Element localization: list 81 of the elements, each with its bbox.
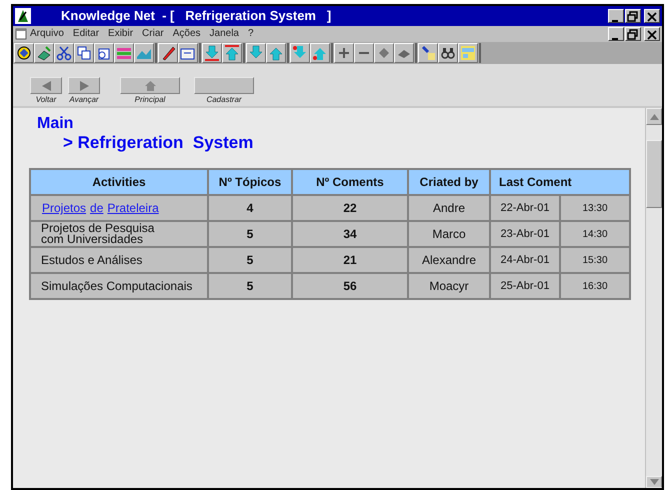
- activity-name: Simulações Computacionais: [41, 280, 194, 292]
- topic-count: 5: [208, 273, 292, 299]
- button-caption: Avançar: [69, 95, 99, 105]
- column-header: Nº Tópicos: [208, 169, 292, 195]
- minimize-icon: [612, 20, 618, 22]
- topic-count: 5: [208, 221, 292, 247]
- nav-button[interactable]: [194, 77, 254, 94]
- gem-icon[interactable]: [16, 45, 32, 61]
- arrow-down-icon: [650, 479, 658, 485]
- restore-button[interactable]: [625, 27, 641, 41]
- activity-link[interactable]: de: [90, 201, 104, 215]
- menu-item[interactable]: ?: [248, 28, 254, 40]
- breadcrumb-link[interactable]: Main: [37, 115, 645, 133]
- minimize-icon: [612, 38, 618, 40]
- menu-item[interactable]: Editar: [72, 28, 100, 40]
- close-icon: [647, 12, 657, 22]
- scrollbar-thumb[interactable]: [646, 140, 662, 208]
- nav-button[interactable]: [120, 77, 180, 94]
- author-name: Marco: [408, 221, 490, 247]
- restore-icon: [627, 10, 638, 22]
- scroll-down-button[interactable]: [646, 476, 662, 488]
- comment-count: 22: [292, 195, 408, 221]
- menu-item[interactable]: Ações: [172, 28, 201, 40]
- restore-icon: [627, 28, 638, 40]
- comment-date: 24-Abr-01: [490, 247, 560, 273]
- binoculars-icon[interactable]: [440, 45, 456, 61]
- house-icon: [142, 80, 158, 90]
- comment-date: 22-Abr-01: [490, 195, 560, 221]
- close-icon: [647, 30, 657, 40]
- document-icon: [15, 28, 27, 40]
- comment-date: 23-Abr-01: [490, 221, 560, 247]
- comment-count: 34: [292, 221, 408, 247]
- window-title: Knowledge Net - [ Refrigeration System ]: [61, 7, 332, 26]
- comment-time: 16:30: [560, 273, 630, 299]
- column-header: Criated by: [408, 169, 490, 195]
- minimize-button[interactable]: [608, 9, 624, 23]
- page-heading: > Refrigeration System: [63, 133, 254, 153]
- activity-name: Estudos e Análises: [41, 254, 144, 266]
- topic-count: 4: [208, 195, 292, 221]
- pen-icon[interactable]: [160, 45, 176, 61]
- button-caption: Cadastrar: [206, 95, 242, 105]
- button-caption: Voltar: [36, 95, 56, 105]
- close-button[interactable]: [644, 9, 660, 23]
- copy-icon[interactable]: [76, 45, 92, 61]
- close-button[interactable]: [644, 27, 660, 41]
- author-name: Moacyr: [408, 273, 490, 299]
- button-caption: Principal: [134, 95, 166, 105]
- plus-icon[interactable]: [336, 45, 352, 61]
- menu-item[interactable]: Criar: [142, 28, 164, 40]
- menu-item[interactable]: Exibir: [108, 28, 134, 40]
- nav-button[interactable]: [30, 77, 62, 94]
- topic-count: 5: [208, 247, 292, 273]
- comment-date: 25-Abr-01: [490, 273, 560, 299]
- minimize-button[interactable]: [608, 27, 624, 41]
- arrow-down-icon[interactable]: [292, 45, 308, 61]
- nav-button[interactable]: [68, 77, 100, 94]
- comment-time: 15:30: [560, 247, 630, 273]
- menu-item[interactable]: Janela: [210, 28, 239, 40]
- comment-time: 13:30: [560, 195, 630, 221]
- activity-link[interactable]: Projetos: [42, 201, 86, 215]
- arrow-down-icon[interactable]: [204, 45, 220, 61]
- scissors-icon[interactable]: [56, 45, 72, 61]
- author-name: Andre: [408, 195, 490, 221]
- scroll-up-button[interactable]: [646, 108, 662, 125]
- column-header: Last Coment: [490, 169, 630, 195]
- arrow-up-icon[interactable]: [312, 45, 328, 61]
- arrow-down-icon[interactable]: [248, 45, 264, 61]
- arrow-up-icon: [650, 114, 658, 120]
- column-header: Nº Coments: [292, 169, 408, 195]
- author-name: Alexandre: [408, 247, 490, 273]
- restore-button[interactable]: [625, 9, 641, 23]
- app-icon: [15, 8, 31, 24]
- column-header: Activities: [30, 169, 208, 195]
- activity-name: Projetos de Pesquisa com Universidades: [41, 223, 156, 245]
- menu-item[interactable]: Arquivo: [30, 28, 64, 40]
- comment-count: 21: [292, 247, 408, 273]
- comment-count: 56: [292, 273, 408, 299]
- comment-time: 14:30: [560, 221, 630, 247]
- arrow-up-icon[interactable]: [224, 45, 240, 61]
- arrow-up-icon[interactable]: [268, 45, 284, 61]
- activity-link[interactable]: Prateleira: [107, 201, 159, 215]
